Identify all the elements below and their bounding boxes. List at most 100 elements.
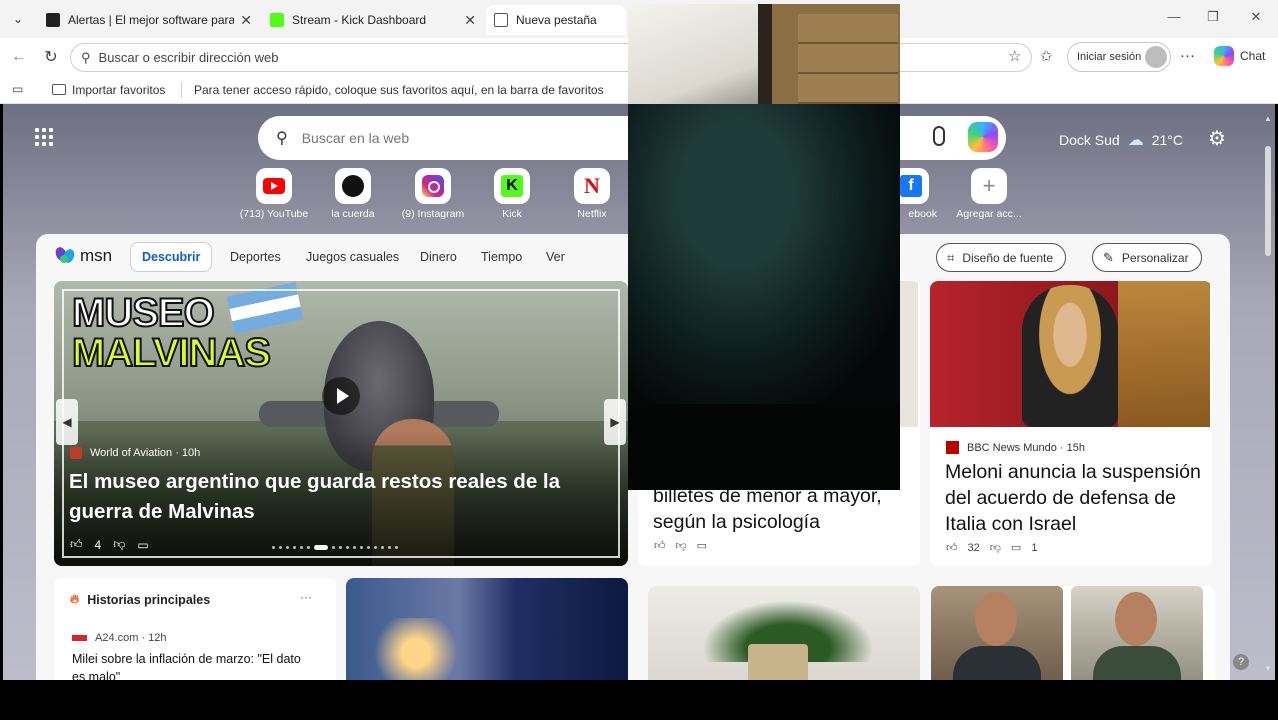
avatar-icon [1145, 46, 1167, 68]
webcam-dark-scene [628, 104, 900, 404]
card-actions: 👍︎ 👎︎ ▭ [654, 539, 717, 552]
dislike-icon[interactable]: 👎︎ [676, 539, 687, 552]
news-card-meloni[interactable]: BBC News Mundo · 15h Meloni anuncia la s… [930, 281, 1212, 566]
help-icon[interactable]: ? [1233, 654, 1249, 670]
card-image-person-2 [1071, 586, 1203, 680]
facebook-icon: f [900, 175, 922, 197]
news-card-image-plant[interactable] [648, 586, 920, 680]
news-card-image-finance[interactable] [346, 578, 628, 680]
signin-label: Iniciar sesión [1077, 51, 1142, 63]
personalize-label: Personalizar [1121, 250, 1189, 265]
hero-carousel[interactable]: MUSEO MALVINAS ◀ ▶ World of Aviation · 1… [54, 281, 628, 566]
webcam-overlay[interactable] [628, 4, 900, 490]
shortcut-label: Netflix [577, 208, 607, 220]
card-image-gold-frame [1118, 281, 1210, 427]
minimize-icon[interactable]: — [1164, 9, 1184, 24]
netflix-icon: N [584, 173, 600, 198]
tab-title: Alertas | El mejor software para po [68, 13, 235, 27]
card-source: BBC News Mundo · 15h [946, 441, 1085, 454]
top-stories-header: 🔥︎ Historias principales [70, 592, 210, 607]
apps-launcher-icon[interactable] [35, 128, 53, 146]
dislike-icon[interactable]: 👎︎ [990, 541, 1001, 554]
carousel-next-icon[interactable]: ▶ [604, 399, 626, 445]
more-options-icon[interactable]: ··· [1180, 47, 1195, 64]
tab-ver[interactable]: Ver [546, 242, 565, 272]
comment-icon[interactable]: ▭ [697, 539, 707, 552]
close-icon[interactable]: ✕ [240, 12, 252, 29]
tab-juegos-casuales[interactable]: Juegos casuales [306, 242, 399, 272]
tab-list-icon[interactable]: ▭ [12, 82, 23, 96]
tab-actions-menu-icon[interactable]: ⌄ [8, 9, 28, 29]
font-design-button[interactable]: ⌗ Diseño de fuente [936, 243, 1067, 272]
gear-icon[interactable]: ⚙ [1208, 126, 1226, 151]
personalize-button[interactable]: ✎ Personalizar [1092, 243, 1202, 272]
tab-dinero[interactable]: Dinero [420, 242, 457, 272]
tab-descubrir[interactable]: Descubrir [130, 242, 213, 272]
tab-alertas[interactable]: Alertas | El mejor software para po ✕ [38, 5, 260, 35]
dislike-icon[interactable]: 👎︎ [113, 537, 125, 552]
cloudy-weather-icon: ☁ [1127, 132, 1144, 149]
signin-button[interactable]: Iniciar sesión [1067, 42, 1171, 72]
tab-deportes[interactable]: Deportes [230, 242, 281, 272]
like-count: 4 [94, 537, 102, 552]
address-placeholder: Buscar o escribir dirección web [98, 50, 279, 65]
shortcut-instagram[interactable]: (9) Instagram [393, 168, 473, 220]
font-design-icon: ⌗ [947, 249, 955, 265]
like-icon[interactable]: 👍︎ [654, 539, 666, 552]
carousel-prev-icon[interactable]: ◀ [56, 399, 78, 445]
copilot-chat-button[interactable]: Chat [1214, 46, 1265, 66]
favorite-star-icon[interactable]: ☆ [1008, 47, 1021, 65]
scroll-down-icon[interactable]: ▼ [1264, 664, 1272, 673]
bbc-logo-icon [946, 441, 959, 454]
story-headline[interactable]: Milei sobre la inflación de marzo: "El d… [72, 650, 312, 680]
shortcut-netflix[interactable]: N Netflix [552, 168, 632, 220]
comment-icon[interactable]: ▭ [1011, 541, 1021, 554]
msn-logo-text: msn [80, 246, 113, 265]
scrollbar-thumb[interactable] [1265, 146, 1271, 256]
copilot-icon [1214, 46, 1234, 66]
web-search-placeholder: Buscar en la web [301, 130, 410, 146]
news-card-people[interactable] [931, 586, 1215, 680]
like-icon[interactable]: 👍︎ [70, 537, 83, 552]
la-cuerda-icon [342, 175, 364, 197]
tab-kick-dashboard[interactable]: Stream - Kick Dashboard ✕ [262, 5, 484, 35]
shortcut-youtube[interactable]: (713) YouTube [234, 168, 314, 220]
refresh-icon[interactable]: ↻ [40, 46, 62, 68]
comment-icon[interactable]: ▭ [137, 538, 148, 552]
top-stories-title: Historias principales [87, 592, 211, 607]
comment-count: 1 [1031, 541, 1038, 554]
msn-butterfly-icon [53, 245, 77, 265]
youtube-icon [263, 178, 285, 194]
import-favorites-link[interactable]: Importar favoritos [52, 83, 165, 97]
shortcut-la-cuerda[interactable]: la cuerda [313, 168, 393, 220]
microphone-icon[interactable] [933, 126, 945, 146]
plant-pot [748, 644, 808, 680]
more-options-icon[interactable]: ··· [300, 590, 312, 604]
like-count: 32 [967, 541, 980, 554]
copilot-icon[interactable] [968, 122, 998, 152]
back-arrow-icon[interactable]: ← [8, 46, 30, 68]
close-icon[interactable]: ✕ [464, 12, 476, 29]
shortcut-kick[interactable]: K Kick [472, 168, 552, 220]
page-scrollbar[interactable]: ▲ ▼ [1264, 114, 1272, 674]
favorites-hint: Para tener acceso rápido, coloque sus fa… [194, 83, 604, 97]
weather-temperature: 21°C [1151, 132, 1183, 148]
alertas-favicon-icon [46, 13, 60, 27]
weather-widget[interactable]: Dock Sud ☁ 21°C [1059, 130, 1183, 150]
search-icon: ⚲ [276, 130, 288, 147]
card-image-portrait [1022, 285, 1118, 427]
close-window-icon[interactable]: ✕ [1246, 9, 1266, 25]
msn-logo[interactable]: msn [53, 245, 113, 266]
like-icon[interactable]: 👍︎ [946, 541, 958, 554]
favorites-list-icon[interactable]: ✩ [1040, 47, 1053, 65]
scroll-up-icon[interactable]: ▲ [1264, 114, 1272, 123]
play-icon[interactable] [322, 377, 360, 415]
hero-headline[interactable]: El museo argentino que guarda restos rea… [69, 467, 609, 527]
restore-icon[interactable]: ❐ [1203, 9, 1223, 25]
kick-icon: K [501, 175, 523, 197]
tab-nueva-pestana[interactable]: Nueva pestaña [486, 5, 626, 35]
divider [181, 82, 182, 98]
tab-tiempo[interactable]: Tiempo [481, 242, 522, 272]
import-favorites-label: Importar favoritos [72, 83, 166, 97]
shortcut-add[interactable]: + Agregar acc... [949, 168, 1029, 220]
